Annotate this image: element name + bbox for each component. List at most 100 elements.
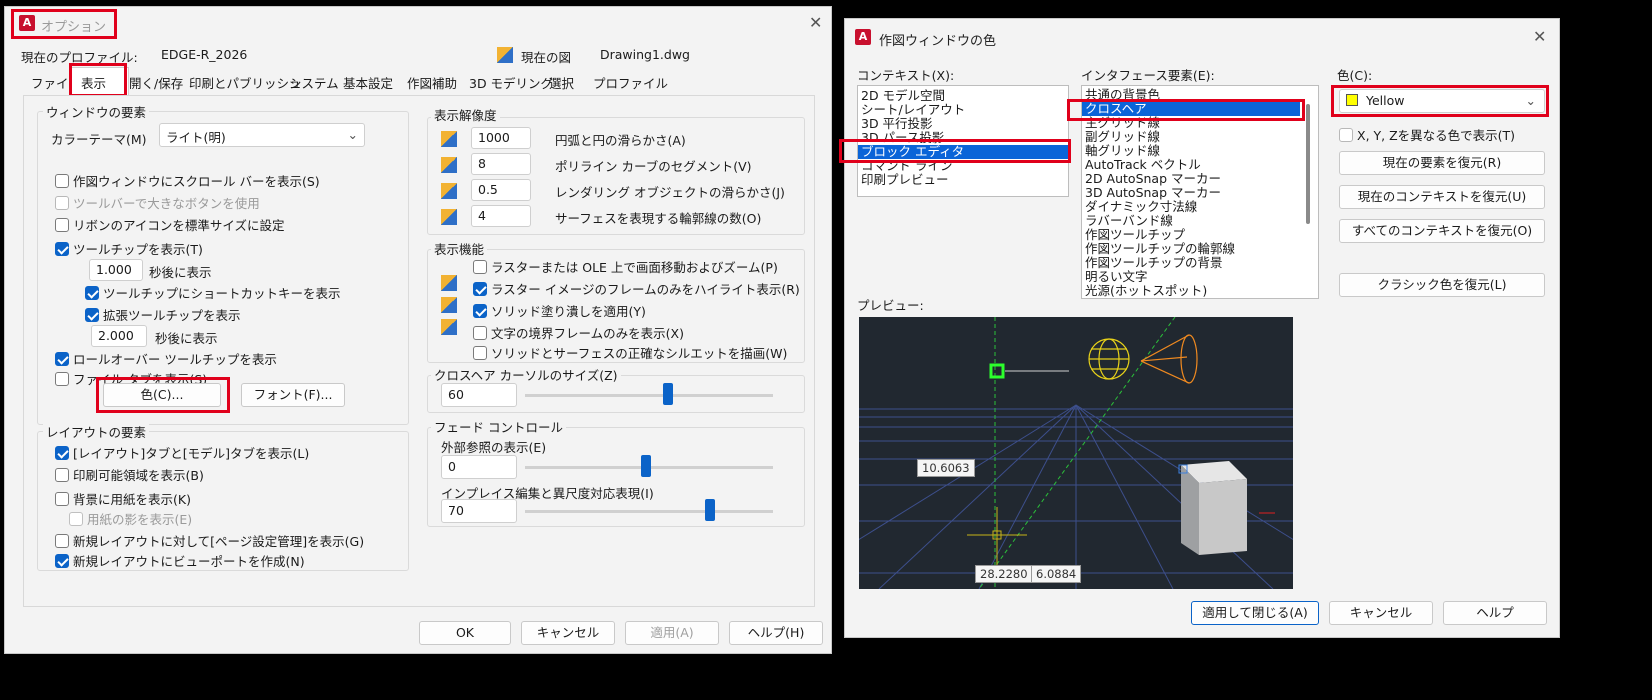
xref-slider-thumb[interactable] (641, 455, 651, 477)
tooltips-checkbox[interactable]: ツールチップを表示(T) (55, 239, 203, 258)
raster-frame-checkbox[interactable]: ラスター イメージのフレームのみをハイライト表示(R) (473, 279, 800, 298)
context-item[interactable]: 2D モデル空間 (858, 89, 1068, 103)
silhouette-checkbox[interactable]: ソリッドとサーフェスの正確なシルエットを描画(W) (473, 343, 787, 362)
drawing-window-colors-dialog: A 作図ウィンドウの色 ✕ コンテキスト(X): 2D モデル空間 シート/レイ… (839, 18, 1560, 638)
close-icon[interactable]: ✕ (809, 13, 822, 32)
checkbox-box[interactable] (55, 173, 69, 188)
tab-drafting[interactable]: 作図補助 (407, 73, 457, 92)
cancel-button[interactable]: キャンセル (1329, 601, 1433, 625)
checkbox-box[interactable] (473, 325, 487, 340)
element-item[interactable]: 作図ツールチップ (1082, 228, 1318, 242)
checkbox-box[interactable] (473, 303, 487, 318)
element-item[interactable]: AutoTrack ベクトル (1082, 158, 1318, 172)
large-buttons-checkbox[interactable]: ツールバーで大きなボタンを使用 (55, 193, 260, 212)
help-button[interactable]: ヘルプ (1443, 601, 1547, 625)
drawing-label: 現在の図 (521, 50, 572, 65)
checkbox-box[interactable] (55, 553, 69, 568)
tab-profiles[interactable]: プロファイル (593, 73, 668, 92)
render-smoothness-input[interactable]: 0.5 (471, 179, 531, 201)
apply-button[interactable]: 適用(A) (625, 621, 719, 645)
cancel-button[interactable]: キャンセル (521, 621, 615, 645)
checkbox-box[interactable] (69, 511, 83, 526)
close-icon[interactable]: ✕ (1533, 27, 1546, 46)
paper-shadow-checkbox[interactable]: 用紙の影を表示(E) (69, 509, 192, 528)
element-item[interactable]: 作図ツールチップの輪郭線 (1082, 242, 1318, 256)
checkbox-box[interactable] (1339, 127, 1353, 142)
checkbox-box[interactable] (55, 351, 69, 366)
inplace-fade-input[interactable]: 70 (441, 499, 517, 523)
tab-display[interactable]: 表示 (81, 73, 106, 92)
checkbox-box[interactable] (55, 217, 69, 232)
inplace-slider-track[interactable] (525, 510, 773, 513)
grid-line (1075, 404, 1174, 589)
element-item[interactable]: 軸グリッド線 (1082, 144, 1318, 158)
raster-pan-zoom-checkbox[interactable]: ラスターまたは OLE 上で画面移動およびズーム(P) (473, 257, 778, 276)
crosshair-slider-track[interactable] (525, 394, 773, 397)
paper-background-checkbox[interactable]: 背景に用紙を表示(K) (55, 489, 191, 508)
tab-user-prefs[interactable]: 基本設定 (343, 73, 393, 92)
checkbox-box[interactable] (473, 281, 487, 296)
tab-plot-publish[interactable]: 印刷とパブリッシュ (189, 73, 302, 92)
page-setup-checkbox[interactable]: 新規レイアウトに対して[ページ設定管理]を表示(G) (55, 531, 364, 550)
scrollbars-checkbox[interactable]: 作図ウィンドウにスクロール バーを表示(S) (55, 171, 320, 190)
preview-drawing (859, 317, 1293, 589)
element-item[interactable]: 明るい文字 (1082, 270, 1318, 284)
tab-3d-modeling[interactable]: 3D モデリング (469, 73, 553, 92)
context-item[interactable]: シート/レイアウト (858, 103, 1068, 117)
printable-area-checkbox[interactable]: 印刷可能領域を表示(B) (55, 465, 204, 484)
element-item[interactable]: ラバーバンド線 (1082, 214, 1318, 228)
text-frame-checkbox[interactable]: 文字の境界フレームのみを表示(X) (473, 323, 684, 342)
checkbox-box[interactable] (55, 371, 69, 386)
apply-and-close-button[interactable]: 適用して閉じる(A) (1191, 601, 1319, 625)
checkbox-box[interactable] (473, 259, 487, 274)
context-item[interactable]: 印刷プレビュー (858, 173, 1068, 187)
restore-classic-colors-button[interactable]: クラシック色を復元(L) (1339, 273, 1545, 297)
element-item[interactable]: 副グリッド線 (1082, 130, 1318, 144)
shortcut-keys-checkbox[interactable]: ツールチップにショートカットキーを表示 (85, 283, 341, 302)
checkbox-box[interactable] (473, 345, 487, 360)
colors-button[interactable]: 色(C)... (103, 383, 221, 407)
element-item[interactable]: 3D AutoSnap マーカー (1082, 186, 1318, 200)
tab-selection[interactable]: 選択 (549, 73, 574, 92)
tab-system[interactable]: システム (289, 73, 339, 92)
list-scrollbar[interactable] (1306, 104, 1310, 224)
solid-fill-checkbox[interactable]: ソリッド塗り潰しを適用(Y) (473, 301, 646, 320)
help-button[interactable]: ヘルプ(H) (729, 621, 823, 645)
element-item[interactable]: 光源(ホットスポット) (1082, 284, 1318, 298)
polyline-segments-input[interactable]: 8 (471, 153, 531, 175)
restore-current-element-button[interactable]: 現在の要素を復元(R) (1339, 151, 1545, 175)
inplace-slider-thumb[interactable] (705, 499, 715, 521)
element-item[interactable]: 2D AutoSnap マーカー (1082, 172, 1318, 186)
crosshair-slider-thumb[interactable] (663, 383, 673, 405)
xyz-colors-checkbox[interactable]: X, Y, Zを異なる色で表示(T) (1339, 125, 1515, 144)
layout-model-tabs-checkbox[interactable]: [レイアウト]タブと[モデル]タブを表示(L) (55, 443, 309, 462)
checkbox-box[interactable] (55, 467, 69, 482)
element-item[interactable]: 作図ツールチップの背景 (1082, 256, 1318, 270)
ribbon-icons-checkbox[interactable]: リボンのアイコンを標準サイズに設定 (55, 215, 285, 234)
xref-label: 外部参照の表示(E) (441, 440, 547, 455)
restore-current-context-button[interactable]: 現在のコンテキストを復元(U) (1339, 185, 1545, 209)
element-item[interactable]: ダイナミック寸法線 (1082, 200, 1318, 214)
xref-fade-input[interactable]: 0 (441, 455, 517, 479)
checkbox-box[interactable] (55, 241, 69, 256)
rollover-checkbox[interactable]: ロールオーバー ツールチップを表示 (55, 349, 277, 368)
tab-open-save[interactable]: 開く/保存 (129, 73, 183, 92)
checkbox-box[interactable] (55, 195, 69, 210)
arc-smoothness-input[interactable]: 1000 (471, 127, 531, 149)
checkbox-box[interactable] (55, 445, 69, 460)
checkbox-box[interactable] (55, 491, 69, 506)
extended-tooltips-checkbox[interactable]: 拡張ツールチップを表示 (85, 305, 241, 324)
restore-all-contexts-button[interactable]: すべてのコンテキストを復元(O) (1339, 219, 1545, 243)
checkbox-box[interactable] (55, 533, 69, 548)
create-viewport-checkbox[interactable]: 新規レイアウトにビューポートを作成(N) (55, 551, 305, 570)
contour-lines-input[interactable]: 4 (471, 205, 531, 227)
tooltip-delay-input[interactable]: 1.000 (89, 259, 143, 281)
color-theme-select[interactable]: ライト(明) ⌄ (159, 123, 365, 147)
checkbox-box[interactable] (85, 285, 99, 300)
checkbox-box[interactable] (85, 307, 99, 322)
ok-button[interactable]: OK (419, 621, 511, 645)
context-item[interactable]: 3D 平行投影 (858, 117, 1068, 131)
fonts-button[interactable]: フォント(F)... (241, 383, 345, 407)
crosshair-size-input[interactable]: 60 (441, 383, 517, 407)
extended-delay-input[interactable]: 2.000 (91, 325, 147, 347)
